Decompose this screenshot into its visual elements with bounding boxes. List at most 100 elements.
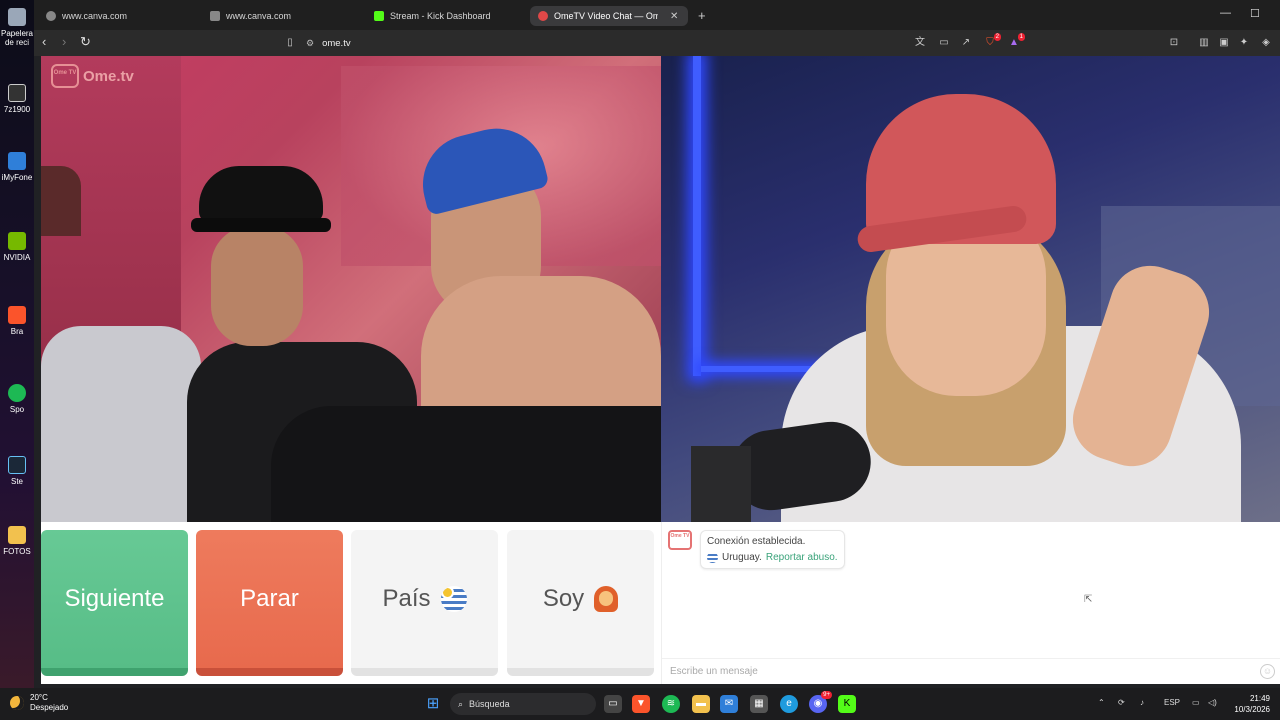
folder-icon xyxy=(8,526,26,544)
kick-icon[interactable]: K xyxy=(838,695,856,713)
desktop-strip: Papelera de reci 7z1900 iMyFone NVIDIA B… xyxy=(0,0,34,688)
brave-shield-icon[interactable]: ⛉ 2 xyxy=(984,33,1001,49)
weather-widget[interactable]: 20°C Despejado xyxy=(10,693,68,713)
chevron-up-icon[interactable]: ⌃ xyxy=(1098,698,1105,707)
screenshot-icon[interactable]: ⊡ xyxy=(1168,37,1180,49)
discord-badge: 9+ xyxy=(821,691,832,699)
spotify-icon xyxy=(8,384,26,402)
moon-icon xyxy=(10,696,24,710)
translate-icon[interactable]: 文 xyxy=(914,37,926,49)
desktop-item-label: NVIDIA xyxy=(3,253,31,262)
system-message: Ome TV Conexión establecida. Uruguay. Re… xyxy=(668,530,845,569)
desktop-item-brave[interactable]: Bra xyxy=(0,306,34,336)
desktop-item-fotos[interactable]: FOTOS xyxy=(0,526,34,556)
message-input[interactable]: Escribe un mensaje ☺ xyxy=(662,658,1280,684)
wallet-icon[interactable]: ▣ xyxy=(1218,37,1230,49)
desktop-item-steam[interactable]: Ste xyxy=(0,456,34,486)
edge-icon[interactable]: e xyxy=(780,695,798,713)
country-button-label: País xyxy=(382,585,431,612)
message-input-placeholder: Escribe un mensaje xyxy=(670,666,758,677)
ometv-logo-text: Ome.tv xyxy=(83,67,134,85)
desktop-item-label: 7z1900 xyxy=(3,105,31,114)
desktop-item-label: iMyFone xyxy=(1,173,33,182)
self-video xyxy=(661,56,1280,522)
taskbar: 20°C Despejado ⊞ ⌕ Búsqueda ▭ ▼ ≋ ▬ ✉ ▦ … xyxy=(0,688,1280,720)
nav-bar: ‹ › ↻ ▯ ⚙ ome.tv 文 ▭ ↗ ⛉ 2 ▲ 1 ⊡ ▥ ▣ ✦ ◈ xyxy=(34,30,1280,56)
nvidia-icon xyxy=(8,232,26,250)
tab-label: Stream - Kick Dashboard xyxy=(390,11,491,21)
rewards-icon[interactable]: ▲ 1 xyxy=(1008,33,1025,49)
new-tab-button[interactable]: + xyxy=(698,8,706,23)
tab-bar: www.canva.com www.canva.com Stream - Kic… xyxy=(34,0,1280,30)
system-message-bubble: Conexión establecida. Uruguay. Reportar … xyxy=(700,530,845,569)
next-button[interactable]: Siguiente xyxy=(41,530,188,676)
discord-icon[interactable]: ◉ 9+ xyxy=(809,691,832,713)
minimize-icon[interactable]: — xyxy=(1220,7,1231,19)
desktop-item-label: Bra xyxy=(10,327,24,336)
sync-icon[interactable]: ⟳ xyxy=(1118,698,1125,707)
windows-start-icon[interactable]: ⊞ xyxy=(424,695,442,713)
language-indicator[interactable]: ESP xyxy=(1164,698,1180,707)
temperature: 20°C xyxy=(30,693,48,702)
desktop-item-imyfone[interactable]: iMyFone xyxy=(0,152,34,182)
desktop-item-spotify[interactable]: Spo xyxy=(0,384,34,414)
desktop-item-nvidia[interactable]: NVIDIA xyxy=(0,232,34,262)
chat-panel: Ome TV Conexión establecida. Uruguay. Re… xyxy=(661,522,1280,684)
tab-canva-2[interactable]: www.canva.com xyxy=(202,6,362,26)
cast-icon[interactable]: ▭ xyxy=(938,37,950,49)
address-bar[interactable]: ⚙ ome.tv xyxy=(306,34,906,52)
uruguay-flag-icon xyxy=(707,552,718,563)
tab-ometv[interactable]: OmeTV Video Chat — Omeg ✕ xyxy=(530,6,688,26)
tab-kick-dashboard[interactable]: Stream - Kick Dashboard xyxy=(366,6,526,26)
emoji-icon[interactable]: ☺ xyxy=(1260,664,1275,679)
ometv-logo[interactable]: Ome TV Ome.tv xyxy=(51,64,134,88)
recycle-bin-icon xyxy=(8,8,26,26)
mouse-cursor-icon: ⇱ xyxy=(1084,594,1093,605)
sidebar-icon[interactable]: ▥ xyxy=(1198,37,1210,49)
ometv-logo-icon: Ome TV xyxy=(51,64,79,88)
tab-canva-1[interactable]: www.canva.com xyxy=(38,6,198,26)
clock[interactable]: 21:49 10/3/2026 xyxy=(1234,693,1270,715)
7zip-icon xyxy=(8,84,26,102)
ometv-page: Ome TV Ome.tv Siguiente Parar País Soy O… xyxy=(41,56,1280,684)
leo-ai-icon[interactable]: ✦ xyxy=(1238,37,1250,49)
bookmark-icon[interactable]: ▯ xyxy=(284,37,296,49)
stop-button-label: Parar xyxy=(240,585,299,612)
microphone-icon[interactable]: ♪ xyxy=(1140,698,1144,707)
vpn-icon[interactable]: ◈ xyxy=(1260,37,1272,49)
desktop-item-recycle-bin[interactable]: Papelera de reci xyxy=(0,8,34,47)
back-icon[interactable]: ‹ xyxy=(42,35,46,49)
share-icon[interactable]: ↗ xyxy=(960,37,972,49)
clock-time: 21:49 xyxy=(1249,694,1270,703)
imyfone-icon xyxy=(8,152,26,170)
stranger-country: Uruguay. xyxy=(722,552,762,563)
desktop-item-7zip[interactable]: 7z1900 xyxy=(0,84,34,114)
url-text: ome.tv xyxy=(322,37,351,49)
desktop-item-label: Papelera de reci xyxy=(0,29,34,47)
site-info-icon[interactable]: ⚙ xyxy=(306,38,314,49)
clock-date: 10/3/2026 xyxy=(1234,705,1270,714)
rewards-badge: 1 xyxy=(1017,33,1025,41)
spotify-icon[interactable]: ≋ xyxy=(662,695,680,713)
maximize-icon[interactable]: ☐ xyxy=(1250,7,1260,20)
browser-window: www.canva.com www.canva.com Stream - Kic… xyxy=(34,0,1280,688)
forward-icon[interactable]: › xyxy=(62,35,66,49)
brave-icon[interactable]: ▼ xyxy=(632,695,650,713)
mail-icon[interactable]: ✉ xyxy=(720,695,738,713)
gender-button[interactable]: Soy xyxy=(507,530,654,676)
country-button[interactable]: País xyxy=(351,530,498,676)
network-icon[interactable]: ▭ xyxy=(1192,698,1200,707)
close-tab-icon[interactable]: ✕ xyxy=(670,11,678,22)
stranger-video: Ome TV Ome.tv xyxy=(41,56,661,522)
taskbar-search[interactable]: ⌕ Búsqueda xyxy=(450,693,596,715)
file-explorer-icon[interactable]: ▬ xyxy=(692,695,710,713)
stop-button[interactable]: Parar xyxy=(196,530,343,676)
task-view-icon[interactable]: ▭ xyxy=(604,695,622,713)
store-icon[interactable]: ▦ xyxy=(750,695,768,713)
desktop-item-label: Spo xyxy=(9,405,25,414)
volume-icon[interactable]: ◁) xyxy=(1208,698,1217,707)
tab-label: OmeTV Video Chat — Omeg xyxy=(554,11,658,21)
ometv-icon xyxy=(538,11,548,21)
reload-icon[interactable]: ↻ xyxy=(80,35,91,49)
report-abuse-link[interactable]: Reportar abuso. xyxy=(766,552,838,563)
